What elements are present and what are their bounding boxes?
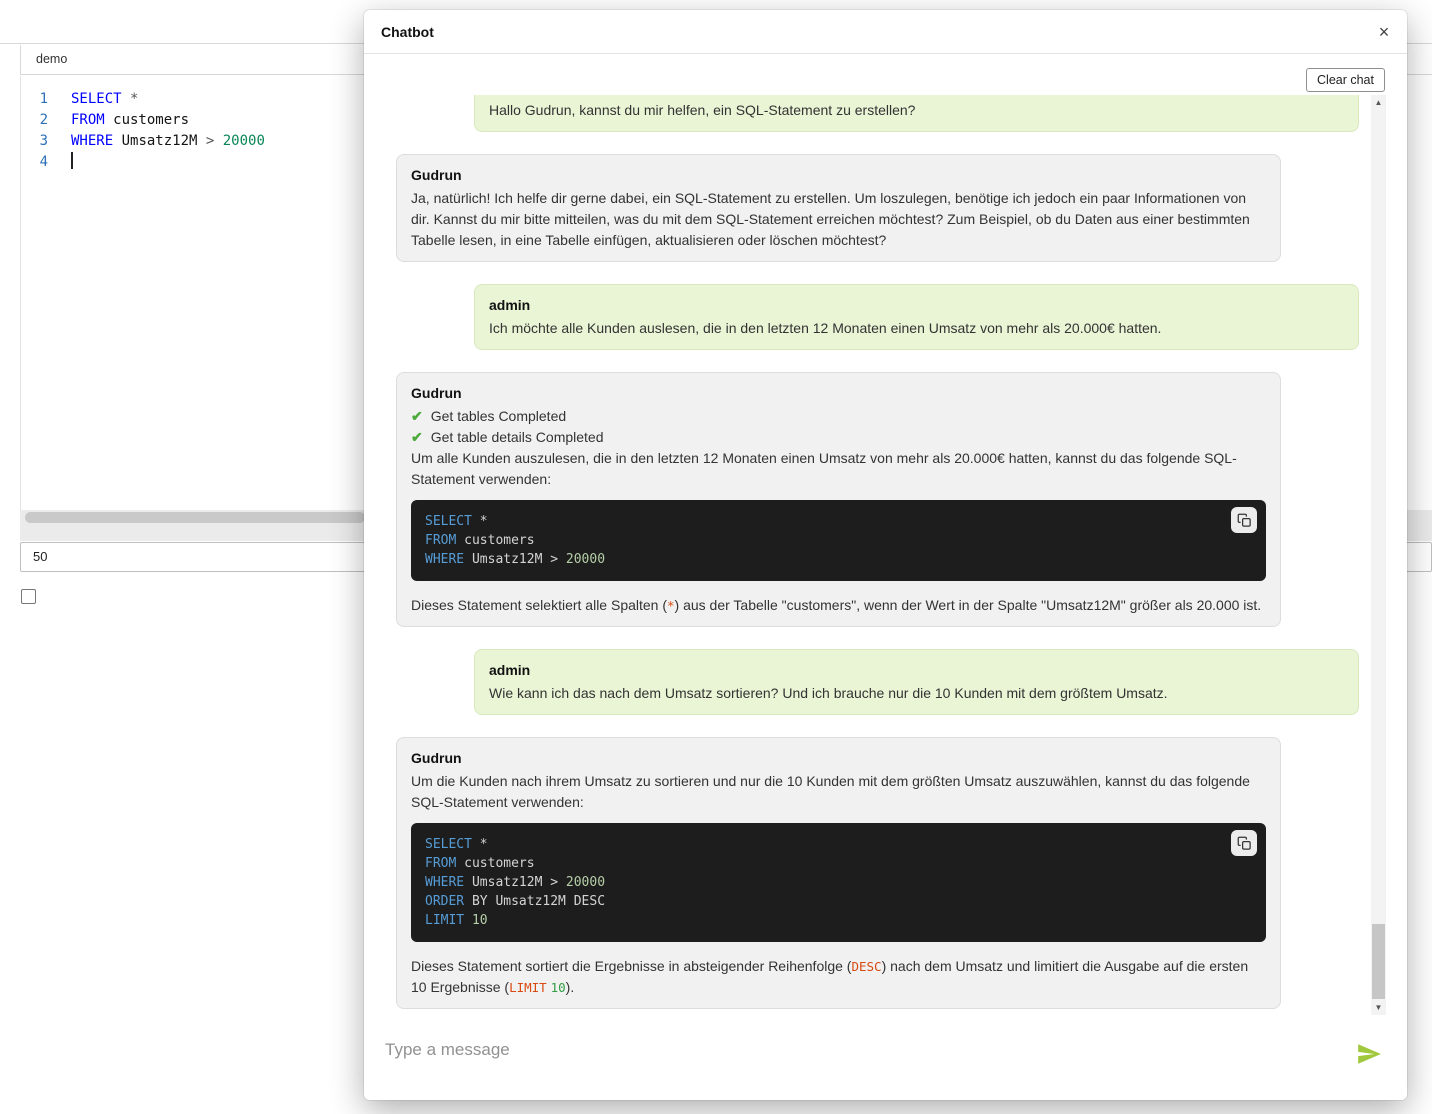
code-token: WHERE: [425, 875, 464, 890]
message-author: Gudrun: [411, 165, 1266, 186]
tab-label: demo: [36, 52, 67, 66]
code-token: customers: [456, 533, 534, 548]
chat-scrollbar-thumb[interactable]: [1372, 924, 1385, 999]
text-segment: Ich möchte alle Kunden auslesen, die in …: [489, 320, 1161, 336]
text-segment: Um alle Kunden auszulesen, die in den le…: [411, 450, 1237, 487]
chat-message-list: Hallo Gudrun, kannst du mir helfen, ein …: [364, 95, 1371, 1015]
chat-message-bot: Gudrun Ja, natürlich! Ich helfe dir gerne…: [396, 154, 1281, 262]
message-text: Wie kann ich das nach dem Umsatz sortier…: [489, 683, 1344, 704]
chat-message-bot: Gudrun✔Get tables Completed✔Get table de…: [396, 372, 1281, 627]
text-segment: ).: [566, 979, 575, 995]
code-token: customers: [456, 856, 534, 871]
chat-scrollbar[interactable]: ▲ ▼: [1371, 95, 1386, 1015]
code-token: 20000: [566, 552, 605, 567]
close-icon[interactable]: ×: [1371, 19, 1397, 45]
code-token: 20000: [223, 133, 265, 149]
line-number: 4: [21, 152, 71, 173]
code-token: [464, 913, 472, 928]
code-token: SELECT: [425, 837, 472, 852]
background-checkbox[interactable]: [21, 589, 36, 604]
code-token: customers: [105, 112, 189, 128]
send-icon[interactable]: [1356, 1041, 1382, 1067]
text-segment: Ja, natürlich! Ich helfe dir gerne dabei…: [411, 190, 1250, 248]
copy-code-button[interactable]: [1231, 507, 1257, 533]
text-segment: Dieses Statement sortiert die Ergebnisse…: [411, 958, 851, 974]
message-author: Gudrun: [411, 383, 1266, 404]
code-token: *: [472, 837, 488, 852]
code-token: LIMIT: [425, 913, 464, 928]
text-segment: Dieses Statement selektiert alle Spalten…: [411, 597, 667, 613]
message-text: Dieses Statement selektiert alle Spalten…: [411, 595, 1266, 616]
text-cursor: [71, 152, 73, 169]
message-author: Gudrun: [411, 748, 1266, 769]
chatbot-dialog: Chatbot × Clear chat Hallo Gudrun, kanns…: [364, 10, 1407, 1100]
text-segment: Wie kann ich das nach dem Umsatz sortier…: [489, 685, 1168, 701]
tool-status-text: Get tables Completed: [431, 406, 566, 427]
inline-code: *: [667, 598, 675, 613]
scroll-up-icon[interactable]: ▲: [1371, 95, 1386, 110]
tool-status: ✔ Get tables Completed: [411, 406, 1266, 427]
code-token: >: [206, 133, 223, 149]
code-token: ORDER: [425, 894, 464, 909]
check-icon: ✔: [411, 427, 423, 448]
message-text: Um die Kunden nach ihrem Umsatz zu sorti…: [411, 771, 1266, 813]
message-author: admin: [489, 295, 1344, 316]
inline-code: LIMIT: [509, 980, 547, 995]
clear-chat-button[interactable]: Clear chat: [1306, 68, 1385, 92]
copy-code-button[interactable]: [1231, 830, 1257, 856]
code-text: SELECT *FROM customersWHERE Umsatz12M > …: [425, 835, 1252, 930]
chat-message-user: admin Wie kann ich das nach dem Umsatz so…: [474, 649, 1359, 715]
code-token: 10: [472, 913, 488, 928]
scroll-down-icon[interactable]: ▼: [1371, 1000, 1386, 1015]
code-token: FROM: [425, 856, 456, 871]
text-segment: Um die Kunden nach ihrem Umsatz zu sorti…: [411, 773, 1250, 810]
code-token: Umsatz12M >: [464, 875, 566, 890]
line-number: 2: [21, 110, 71, 131]
line-number: 3: [21, 131, 71, 152]
chat-message-user: admin Ich möchte alle Kunden auslesen, di…: [474, 284, 1359, 350]
code-token: 20000: [566, 875, 605, 890]
sql-code-block: SELECT *FROM customersWHERE Umsatz12M > …: [411, 823, 1266, 942]
sql-code-block: SELECT *FROM customersWHERE Umsatz12M > …: [411, 500, 1266, 581]
code-token: *: [472, 514, 488, 529]
message-text: Ich möchte alle Kunden auslesen, die in …: [489, 318, 1344, 339]
code-token: Umsatz12M >: [464, 552, 566, 567]
inline-code: DESC: [851, 959, 881, 974]
text-segment: Hallo Gudrun, kannst du mir helfen, ein …: [489, 102, 915, 118]
text-segment: ) aus der Tabelle "customers", wenn der …: [675, 597, 1262, 613]
code-token: *: [122, 91, 139, 107]
message-text: Um alle Kunden auszulesen, die in den le…: [411, 448, 1266, 490]
message-text: Ja, natürlich! Ich helfe dir gerne dabei…: [411, 188, 1266, 251]
line-number: 1: [21, 89, 71, 110]
tool-status: ✔ Get table details Completed: [411, 427, 1266, 448]
chat-message-bot: Gudrun Um die Kunden nach ihrem Umsatz zu…: [396, 737, 1281, 1009]
hscrollbar-thumb[interactable]: [25, 512, 365, 523]
code-token: SELECT: [71, 91, 122, 107]
chat-input-row: [364, 1015, 1407, 1100]
chat-message-user: Hallo Gudrun, kannst du mir helfen, ein …: [474, 95, 1359, 132]
check-icon: ✔: [411, 406, 423, 427]
dialog-title: Chatbot: [381, 10, 434, 54]
code-token: FROM: [425, 533, 456, 548]
message-text: Dieses Statement sortiert die Ergebnisse…: [411, 956, 1266, 998]
code-token: BY Umsatz12M DESC: [464, 894, 605, 909]
message-author: admin: [489, 660, 1344, 681]
code-text: SELECT *FROM customersWHERE Umsatz12M > …: [425, 512, 1252, 569]
dialog-header: Chatbot ×: [364, 10, 1407, 54]
code-token: Umsatz12M: [113, 133, 206, 149]
chat-message-input[interactable]: [383, 1037, 1283, 1063]
code-token: SELECT: [425, 514, 472, 529]
tool-status-text: Get table details Completed: [431, 427, 604, 448]
inline-code: 10: [551, 980, 566, 995]
message-text: Hallo Gudrun, kannst du mir helfen, ein …: [489, 100, 1344, 121]
code-token: WHERE: [425, 552, 464, 567]
code-token: FROM: [71, 112, 105, 128]
code-token: WHERE: [71, 133, 113, 149]
